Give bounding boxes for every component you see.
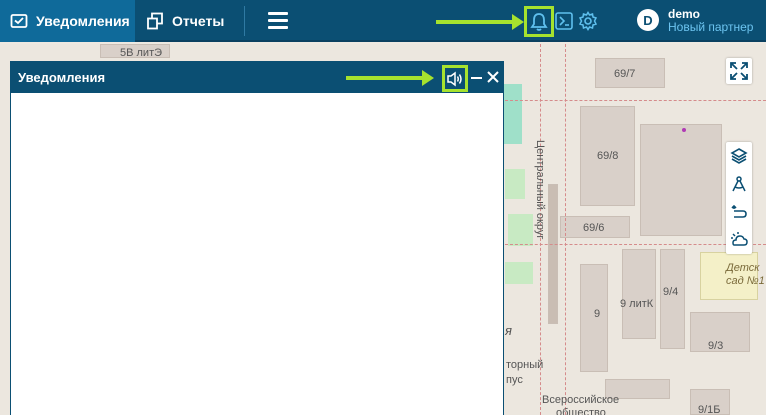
map-road — [505, 100, 766, 101]
sound-icon[interactable] — [442, 65, 468, 92]
report-pages-icon — [146, 12, 164, 30]
map-label: 9/3 — [708, 340, 724, 352]
notifications-panel: Уведомления — [10, 61, 504, 415]
top-bar: Уведомления Отчеты D demo Новый партнер — [0, 0, 766, 42]
tab-notifications-label: Уведомления — [36, 13, 130, 29]
notifications-list — [11, 93, 503, 415]
close-icon[interactable] — [486, 70, 500, 84]
route-icon[interactable] — [726, 198, 752, 226]
hamburger-icon[interactable] — [268, 12, 288, 30]
layers-icon[interactable] — [726, 142, 752, 170]
map-label: 9 литК — [620, 298, 654, 310]
map-label: общество — [556, 407, 606, 415]
mail-check-icon — [10, 12, 28, 30]
map-label: сад №1 — [726, 275, 765, 287]
tab-notifications[interactable]: Уведомления — [0, 0, 135, 42]
map-label: 5В литЭ — [120, 47, 163, 59]
map-label: 69/6 — [583, 222, 605, 234]
annotation-arrow — [346, 70, 434, 86]
map-label: Детск — [726, 262, 760, 274]
map-road-strip — [548, 184, 558, 324]
tab-reports[interactable]: Отчеты — [136, 0, 244, 42]
map-label: я — [505, 323, 512, 338]
fullscreen-icon[interactable] — [726, 58, 752, 84]
map-label: 69/7 — [614, 68, 636, 80]
map-green-area — [505, 262, 533, 284]
map-building — [622, 249, 656, 339]
divider — [244, 6, 245, 36]
map-label: 9/4 — [663, 286, 679, 298]
map-building — [640, 124, 722, 236]
weather-icon[interactable] — [726, 226, 752, 254]
map-label: 9 — [594, 308, 601, 320]
bell-icon[interactable] — [524, 6, 554, 37]
minimize-icon[interactable] — [471, 77, 482, 79]
map-tools — [726, 142, 752, 254]
map-label: Центральный округ — [534, 140, 546, 240]
map-label: 9/1Б — [698, 404, 721, 415]
map-green-area — [505, 169, 525, 199]
user-name[interactable]: demo — [668, 7, 700, 21]
console-icon[interactable] — [555, 12, 573, 30]
user-role[interactable]: Новый партнер — [668, 20, 753, 34]
avatar[interactable]: D — [637, 9, 659, 31]
annotation-arrow — [436, 14, 524, 30]
map-building — [660, 249, 685, 349]
compass-tool-icon[interactable] — [726, 170, 752, 198]
map-label: торный — [506, 359, 544, 371]
gear-icon[interactable] — [578, 11, 598, 31]
panel-title: Уведомления — [18, 70, 106, 85]
map-poi-dot — [682, 128, 686, 132]
map-label: пус — [506, 374, 523, 386]
map-green-area — [508, 214, 533, 246]
map-label: Всероссийское — [542, 394, 620, 406]
tab-reports-label: Отчеты — [172, 13, 225, 29]
map-label: 69/8 — [597, 150, 619, 162]
